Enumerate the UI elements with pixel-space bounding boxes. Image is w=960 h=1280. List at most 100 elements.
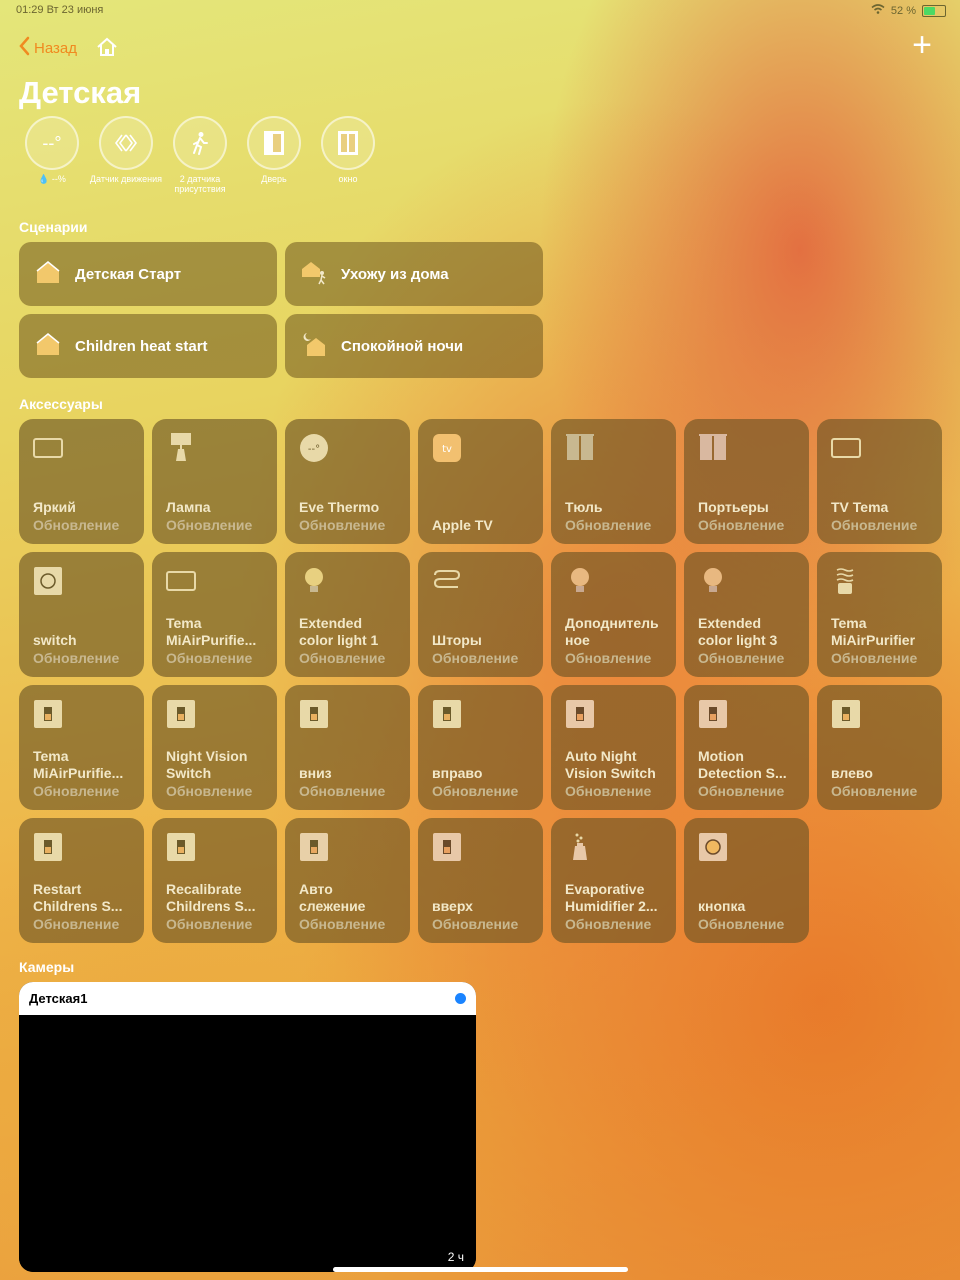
house-icon xyxy=(35,331,61,361)
status-right: 52 % xyxy=(871,4,946,17)
indicator-presence[interactable]: 2 датчика присутствия xyxy=(172,116,228,194)
accessory-tile[interactable]: Тюль Обновление xyxy=(551,419,676,544)
switch-icon xyxy=(167,700,195,728)
indicator-door[interactable]: Дверь xyxy=(246,116,302,194)
button-icon xyxy=(34,567,62,595)
bulb-icon xyxy=(704,568,722,592)
scene-tile[interactable]: Детская Старт xyxy=(19,242,277,306)
switch-icon xyxy=(300,833,328,861)
bulb-icon xyxy=(305,568,323,592)
accessory-tile[interactable]: TV Tema Обновление xyxy=(817,419,942,544)
accessory-tile[interactable]: Motion Detection S... Обновление xyxy=(684,685,809,810)
accessory-tile[interactable]: вверх Обновление xyxy=(418,818,543,943)
add-icon[interactable]: + xyxy=(912,28,932,62)
door-icon xyxy=(247,116,301,170)
accessory-tile[interactable]: Авто слежение Обновление xyxy=(285,818,410,943)
curtain-icon xyxy=(699,434,727,460)
house-person-icon xyxy=(301,259,327,289)
accessory-tile[interactable]: Яркий Обновление xyxy=(19,419,144,544)
accessory-tile[interactable]: switch Обновление xyxy=(19,552,144,677)
indicator-window[interactable]: окно xyxy=(320,116,376,194)
window-icon xyxy=(321,116,375,170)
section-title-scenes: Сценарии xyxy=(19,219,88,235)
camera-snapshot xyxy=(19,1015,476,1272)
switch-icon xyxy=(167,833,195,861)
accessory-tile[interactable]: Tema MiAirPurifier Обновление xyxy=(817,552,942,677)
switch-icon xyxy=(699,700,727,728)
camera-header: Детская1 xyxy=(19,982,476,1015)
back-label: Назад xyxy=(34,39,77,57)
accessory-tile[interactable]: Night Vision Switch Обновление xyxy=(152,685,277,810)
section-title-cameras: Камеры xyxy=(19,959,75,975)
scene-tile[interactable]: Спокойной ночи xyxy=(285,314,543,378)
scene-label: Children heat start xyxy=(75,337,208,355)
indicator-motion[interactable]: Датчик движения xyxy=(90,116,162,194)
switch-icon xyxy=(300,700,328,728)
accessory-tile[interactable]: Recalibrate Childrens S... Обновление xyxy=(152,818,277,943)
accessory-tile[interactable]: вниз Обновление xyxy=(285,685,410,810)
display-icon xyxy=(33,438,63,458)
accessories-grid: Яркий Обновление Лампа Обновление --° Eve … xyxy=(19,419,942,943)
switch-icon xyxy=(566,700,594,728)
svg-text:tv: tv xyxy=(442,444,452,455)
camera-timestamp: 2 ч xyxy=(447,1250,464,1264)
blinds-icon xyxy=(433,570,461,588)
switch-icon xyxy=(433,833,461,861)
accessory-tile[interactable]: Evaporative Humidifier 2... Обновление xyxy=(551,818,676,943)
accessory-tile[interactable]: Auto Night Vision Switch Обновление xyxy=(551,685,676,810)
chevron-left-icon xyxy=(18,36,30,60)
curtain-icon xyxy=(566,434,594,460)
bulb-icon xyxy=(571,568,589,592)
person-walking-icon xyxy=(173,116,227,170)
scene-tile[interactable]: Ухожу из дома xyxy=(285,242,543,306)
appletv-icon: tv xyxy=(433,434,461,462)
camera-name: Детская1 xyxy=(29,991,88,1006)
wifi-icon xyxy=(871,4,885,17)
status-time-date: 01:29 Вт 23 июня xyxy=(16,4,104,16)
accessory-tile[interactable]: Tema MiAirPurifie... Обновление xyxy=(152,552,277,677)
accessory-tile[interactable]: вправо Обновление xyxy=(418,685,543,810)
accessory-tile[interactable]: Tema MiAirPurifie... Обновление xyxy=(19,685,144,810)
accessory-tile[interactable]: Extended color light 1 Обновление xyxy=(285,552,410,677)
switch-icon xyxy=(34,833,62,861)
house-moon-icon xyxy=(301,331,327,361)
thermometer-icon: --° xyxy=(25,116,79,170)
home-indicator[interactable] xyxy=(333,1267,628,1272)
home-icon[interactable] xyxy=(96,36,118,58)
section-title-accessories: Аксессуары xyxy=(19,396,103,412)
button-icon xyxy=(699,833,727,861)
camera-tile[interactable]: Детская1 2 ч xyxy=(19,982,476,1272)
accessory-tile[interactable]: Шторы Обновление xyxy=(418,552,543,677)
camera-status-dot xyxy=(455,993,466,1004)
display-icon xyxy=(166,571,196,591)
humidifier-icon xyxy=(573,833,587,860)
accessory-tile[interactable]: кнопка Обновление xyxy=(684,818,809,943)
lamp-icon xyxy=(171,433,191,461)
accessory-tile[interactable]: Доподнитель ное Обновление xyxy=(551,552,676,677)
scene-label: Спокойной ночи xyxy=(341,337,464,355)
status-indicators: --° 💧 --% Датчик движения 2 датчика прис… xyxy=(24,116,376,194)
back-button[interactable]: Назад xyxy=(18,36,77,60)
switch-icon xyxy=(433,700,461,728)
indicator-temperature[interactable]: --° 💧 --% xyxy=(24,116,80,194)
air-purifier-icon xyxy=(836,568,854,594)
switch-icon xyxy=(832,700,860,728)
scene-label: Ухожу из дома xyxy=(341,265,449,283)
accessory-tile[interactable]: влево Обновление xyxy=(817,685,942,810)
thermostat-icon: --° xyxy=(300,434,328,462)
battery-icon xyxy=(922,4,946,17)
accessory-tile[interactable]: Extended color light 3 Обновление xyxy=(684,552,809,677)
battery-percent: 52 % xyxy=(890,4,916,17)
accessory-tile[interactable]: tv Apple TV xyxy=(418,419,543,544)
accessory-tile[interactable]: Restart Childrens S... Обновление xyxy=(19,818,144,943)
accessory-tile[interactable]: Лампа Обновление xyxy=(152,419,277,544)
page-title: Детская xyxy=(19,75,142,110)
scene-label: Детская Старт xyxy=(75,265,182,283)
scene-tile[interactable]: Children heat start xyxy=(19,314,277,378)
accessory-tile[interactable]: --° Eve Thermo Обновление xyxy=(285,419,410,544)
display-icon xyxy=(831,438,861,458)
accessory-tile[interactable]: Портьеры Обновление xyxy=(684,419,809,544)
motion-sensor-icon xyxy=(99,116,153,170)
switch-icon xyxy=(34,700,62,728)
house-icon xyxy=(35,259,61,289)
